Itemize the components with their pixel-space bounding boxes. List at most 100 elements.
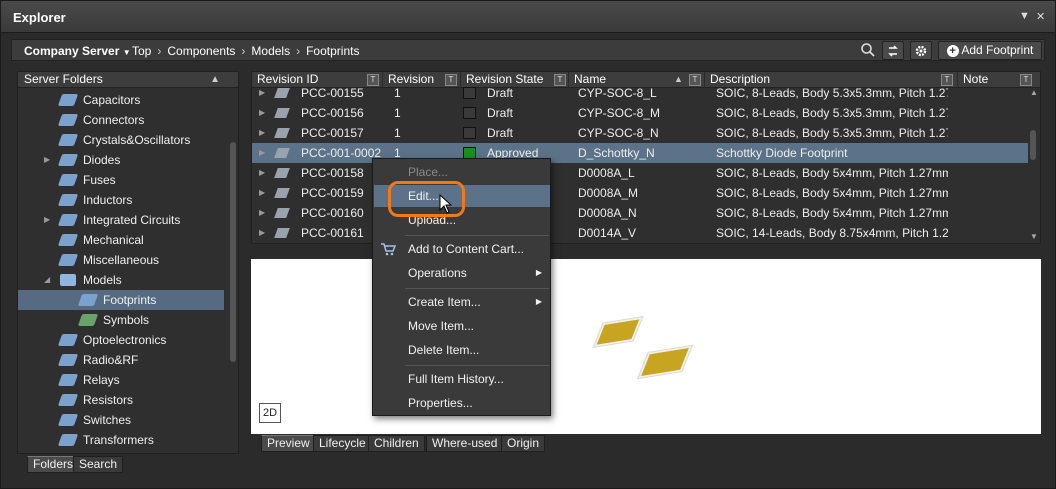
- menu-label: Place...: [408, 165, 449, 179]
- server-selector[interactable]: Company Server ▼: [24, 44, 131, 58]
- expand-arrow-icon[interactable]: ▶: [44, 210, 50, 230]
- table-row[interactable]: ▶ PCC-00158 D0008A_L SOIC, 8-Leads, Body 5x…: [252, 163, 1028, 183]
- settings-button[interactable]: [910, 41, 932, 60]
- expand-arrow-icon[interactable]: ▶: [44, 150, 50, 170]
- expand-arrow-icon[interactable]: ◢: [44, 270, 50, 290]
- items-grid: Revision ID T Revision T Revision State T N…: [251, 71, 1041, 244]
- explorer-window: Explorer ▼ ✕ Company Server ▼ Top › Compon…: [0, 0, 1056, 489]
- tree-item-label: Mechanical: [83, 233, 144, 247]
- table-row[interactable]: ▶ PCC-00160 D0008A_N SOIC, 8-Leads, Body 5x…: [252, 203, 1028, 223]
- tree-item-fuses[interactable]: Fuses: [18, 170, 224, 190]
- tab-preview[interactable]: Preview: [261, 435, 316, 452]
- gear-icon: [915, 45, 927, 57]
- tree-item-crystals-oscillators[interactable]: Crystals&Oscillators: [18, 130, 224, 150]
- tree-item-label: Footprints: [103, 293, 157, 307]
- breadcrumb-models[interactable]: Models: [251, 44, 290, 58]
- tree-scrollbar[interactable]: [230, 142, 236, 362]
- tree-item-relays[interactable]: Relays: [18, 370, 224, 390]
- menu-item-full-history[interactable]: Full Item History...: [374, 368, 550, 390]
- cell-revision-id: PCC-001-0002: [301, 146, 382, 160]
- view-2d-button[interactable]: 2D: [259, 403, 281, 423]
- tree-item-capacitors[interactable]: Capacitors: [18, 90, 224, 110]
- tab-search[interactable]: Search: [73, 456, 124, 473]
- tree-item-diodes[interactable]: ▶ Diodes: [18, 150, 224, 170]
- tree-item-mechanical[interactable]: Mechanical: [18, 230, 224, 250]
- tree-item-inductors[interactable]: Inductors: [18, 190, 224, 210]
- preview-canvas[interactable]: 2D: [251, 259, 1041, 434]
- tree-item-transformers[interactable]: Transformers: [18, 430, 224, 450]
- expand-arrow-icon[interactable]: ▶: [259, 83, 265, 103]
- tab-folders[interactable]: Folders: [27, 456, 80, 473]
- tree-item-radio-rf[interactable]: Radio&RF: [18, 350, 224, 370]
- tree-item-resistors[interactable]: Resistors: [18, 390, 224, 410]
- cell-description: SOIC, 8-Leads, Body 5.3x5.3mm, Pitch 1.2…: [716, 86, 948, 100]
- tree-item-footprints[interactable]: Footprints: [18, 290, 224, 310]
- breadcrumb-footprints[interactable]: Footprints: [306, 44, 359, 58]
- expand-arrow-icon[interactable]: ▶: [259, 163, 265, 183]
- mouse-cursor-icon: [439, 194, 453, 214]
- cell-revision-state: Draft: [487, 86, 514, 100]
- tree-item-label: Miscellaneous: [83, 253, 160, 267]
- tree-item-label: Capacitors: [83, 93, 141, 107]
- expand-arrow-icon[interactable]: ▶: [259, 143, 265, 163]
- breadcrumb-components[interactable]: Components: [167, 44, 235, 58]
- table-row[interactable]: ▶ PCC-00156 1 Draft CYP-SOC-8_M SOIC, 8-Leads…: [252, 103, 1028, 123]
- sort-up-icon[interactable]: ▲: [210, 72, 220, 87]
- component-icon: [57, 154, 79, 166]
- menu-item-delete-item[interactable]: Delete Item...: [374, 339, 550, 361]
- scroll-up-icon[interactable]: ▲: [1030, 88, 1038, 97]
- folder-icon: [60, 274, 76, 286]
- tree-item-symbols[interactable]: Symbols: [18, 310, 224, 330]
- component-icon: [57, 194, 79, 206]
- tree-item-label: Optoelectronics: [83, 333, 167, 347]
- expand-arrow-icon[interactable]: ▶: [259, 203, 265, 223]
- component-icon: [57, 114, 79, 126]
- cell-name: CYP-SOC-8_M: [578, 106, 661, 120]
- title-bar: Explorer ▼ ✕: [1, 1, 1055, 33]
- footprint-icon: [274, 148, 290, 158]
- tab-lifecycle[interactable]: Lifecycle: [313, 435, 372, 452]
- refresh-button[interactable]: [882, 41, 904, 60]
- footprint-icon: [274, 188, 290, 198]
- tree-item-optoelectronics[interactable]: Optoelectronics: [18, 330, 224, 350]
- grid-scrollbar[interactable]: [1030, 130, 1036, 160]
- tree-item-miscellaneous[interactable]: Miscellaneous: [18, 250, 224, 270]
- dropdown-icon[interactable]: ▼: [1019, 10, 1030, 22]
- scroll-down-icon[interactable]: ▼: [1030, 232, 1038, 241]
- menu-item-operations[interactable]: Operations ▶: [374, 262, 550, 284]
- cell-revision-state: Draft: [487, 106, 514, 120]
- search-icon[interactable]: [860, 42, 876, 58]
- menu-item-properties[interactable]: Properties...: [374, 392, 550, 414]
- menu-item-place[interactable]: Place...: [374, 161, 550, 183]
- expand-arrow-icon[interactable]: ▶: [259, 183, 265, 203]
- expand-arrow-icon[interactable]: ▶: [259, 103, 265, 123]
- tab-origin[interactable]: Origin: [501, 435, 546, 452]
- table-row[interactable]: ▶ PCC-00157 1 Draft CYP-SOC-8_N SOIC, 8-Leads…: [252, 123, 1028, 143]
- tree-item-label: Radio&RF: [83, 353, 139, 367]
- table-row[interactable]: ▶ PCC-00161 D0014A_V SOIC, 14-Leads, Body 8…: [252, 223, 1028, 243]
- table-row[interactable]: ▶ PCC-001-0002 1 Approved D_Schottky_N Schott…: [252, 143, 1028, 163]
- breadcrumb-separator: ›: [157, 44, 162, 58]
- tab-where-used[interactable]: Where-used: [426, 435, 504, 452]
- server-folders-panel: Server Folders ▲ Capacitors Connectors Cry…: [17, 71, 239, 454]
- close-icon[interactable]: ✕: [1036, 10, 1045, 23]
- menu-item-create-item[interactable]: Create Item... ▶: [374, 291, 550, 313]
- cell-revision: 1: [394, 86, 401, 100]
- edit-highlight-ring: [388, 181, 465, 217]
- tree-item-models[interactable]: ◢ Models: [18, 270, 224, 290]
- menu-item-move-item[interactable]: Move Item...: [374, 315, 550, 337]
- tree-item-integrated-circuits[interactable]: ▶ Integrated Circuits: [18, 210, 224, 230]
- table-row[interactable]: ▶ PCC-00159 D0008A_M SOIC, 8-Leads, Body 5x…: [252, 183, 1028, 203]
- tree-item-connectors[interactable]: Connectors: [18, 110, 224, 130]
- breadcrumb-top[interactable]: Top: [132, 44, 151, 58]
- tab-children[interactable]: Children: [368, 435, 425, 452]
- expand-arrow-icon[interactable]: ▶: [259, 223, 265, 243]
- cell-revision-id: PCC-00156: [301, 106, 364, 120]
- add-footprint-button[interactable]: + Add Footprint: [938, 41, 1042, 60]
- menu-item-add-to-cart[interactable]: Add to Content Cart...: [374, 238, 550, 260]
- table-row[interactable]: ▶ PCC-00155 1 Draft CYP-SOC-8_L SOIC, 8-Leads…: [252, 83, 1028, 103]
- tree-item-label: Integrated Circuits: [83, 213, 181, 227]
- cell-description: SOIC, 8-Leads, Body 5.3x5.3mm, Pitch 1.2…: [716, 106, 948, 120]
- expand-arrow-icon[interactable]: ▶: [259, 123, 265, 143]
- tree-item-switches[interactable]: Switches: [18, 410, 224, 430]
